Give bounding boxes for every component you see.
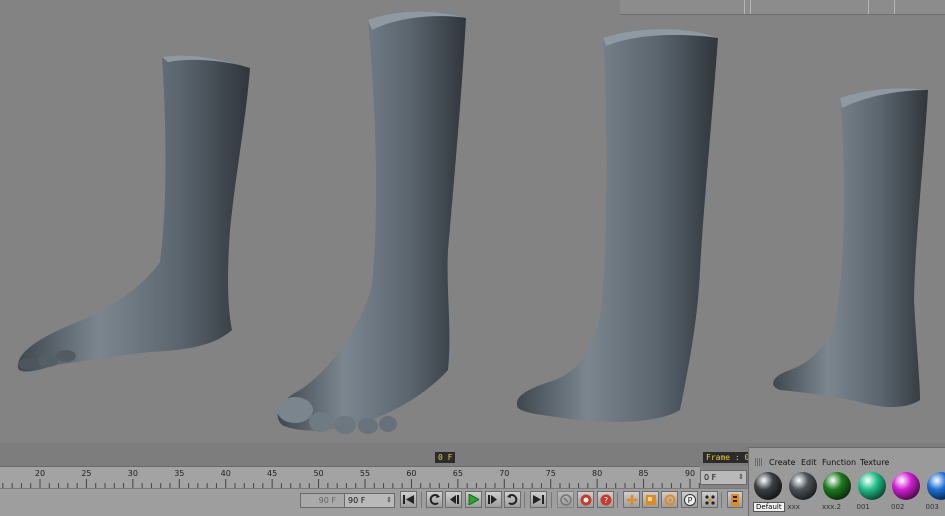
parameter-key-button[interactable]: P — [681, 491, 698, 508]
spin-arrows-icon[interactable]: ⇕ — [738, 471, 744, 484]
move-icon — [626, 494, 638, 506]
ruler-label: 75 — [546, 469, 556, 478]
material-swatch[interactable]: xxx.2 — [820, 470, 854, 516]
keyframe-selection-icon: ? — [600, 494, 612, 506]
material-swatch[interactable]: 002 — [889, 470, 923, 516]
ruler-label: 80 — [592, 469, 602, 478]
record-key-button[interactable] — [557, 491, 574, 508]
frame-readout: Frame : 0 — [703, 452, 752, 463]
ruler-label: 45 — [267, 469, 277, 478]
ruler-label: 20 — [35, 469, 45, 478]
current-frame-chip: 0 F — [435, 452, 455, 463]
ruler-label: 25 — [81, 469, 91, 478]
svg-text:P: P — [687, 496, 692, 505]
autokey-button[interactable] — [577, 491, 594, 508]
ruler-label: 35 — [174, 469, 184, 478]
scale-icon — [645, 494, 657, 506]
scheme-button[interactable] — [727, 491, 743, 508]
step-back-key-icon — [429, 494, 440, 505]
autokey-icon — [580, 494, 592, 506]
3d-viewport[interactable]: 0 F Frame : 0 — [0, 0, 945, 466]
menu-edit[interactable]: Edit — [801, 458, 817, 467]
rotate-icon — [664, 494, 676, 506]
go-to-end-icon — [533, 495, 544, 504]
transport-divider — [721, 492, 722, 508]
material-preview-ball — [754, 472, 782, 500]
material-name: 001 — [857, 503, 870, 511]
menu-texture[interactable]: Texture — [860, 458, 889, 467]
foot-model-2[interactable] — [277, 12, 466, 435]
ruler-label: 50 — [313, 469, 323, 478]
material-name: 003 — [926, 503, 939, 511]
pla-key-button[interactable] — [701, 491, 718, 508]
min-frame-field[interactable]: 90 F — [300, 493, 345, 508]
ruler-label: 55 — [360, 469, 370, 478]
material-name: xxx.2 — [822, 503, 841, 511]
play-button[interactable] — [465, 491, 482, 508]
ruler-labels: 20 25 30 35 40 45 50 55 60 65 70 75 80 85 90 — [0, 469, 700, 479]
material-name: 002 — [891, 503, 904, 511]
material-preview-ball — [858, 472, 886, 500]
foot-model-3[interactable] — [517, 29, 718, 422]
step-back-frame-icon — [448, 495, 459, 504]
svg-text:?: ? — [603, 496, 607, 505]
min-frame-value: 90 F — [319, 494, 336, 507]
ruler-label: 30 — [128, 469, 138, 478]
move-key-button[interactable] — [623, 491, 640, 508]
ruler-label: 70 — [499, 469, 509, 478]
record-key-icon — [560, 494, 572, 506]
panel-grip-icon[interactable] — [755, 458, 763, 466]
material-swatches: Defaultxxx xxx.2 001 002 003 — [749, 470, 945, 516]
step-forward-frame-icon — [488, 495, 499, 504]
material-preview-ball — [823, 472, 851, 500]
material-swatch[interactable]: xxx — [786, 470, 820, 516]
spin-arrows-icon[interactable]: ⇕ — [386, 494, 392, 507]
material-name: xxx — [788, 503, 800, 511]
rotate-key-button[interactable] — [661, 491, 678, 508]
material-swatch[interactable]: Default — [751, 470, 785, 516]
ruler-label: 65 — [453, 469, 463, 478]
ruler-label: 85 — [638, 469, 648, 478]
current-frame-field[interactable]: 0 F ⇕ — [700, 470, 747, 485]
pla-icon — [704, 494, 716, 506]
material-manager: Create Edit Function Texture Defaultxxx x… — [748, 447, 945, 516]
step-forward-key-button[interactable] — [504, 491, 521, 508]
ruler-label: 60 — [406, 469, 416, 478]
material-manager-menu: Create Edit Function Texture — [749, 456, 945, 470]
menu-create[interactable]: Create — [769, 458, 796, 467]
scale-key-button[interactable] — [642, 491, 659, 508]
play-icon — [468, 494, 479, 505]
material-preview-ball — [789, 472, 817, 500]
step-forward-frame-button[interactable] — [485, 491, 502, 508]
go-to-end-button[interactable] — [530, 491, 547, 508]
material-swatch[interactable]: 001 — [855, 470, 889, 516]
timeline-ruler[interactable]: 20 25 30 35 40 45 50 55 60 65 70 75 80 85 90 — [0, 466, 700, 489]
transport-bar: 90 F 90 F ⇕ ? P — [0, 488, 748, 516]
keyframe-selection-button[interactable]: ? — [597, 491, 614, 508]
foot-model-1[interactable] — [18, 55, 250, 371]
transport-divider — [617, 492, 618, 508]
transport-divider — [524, 492, 525, 508]
max-frame-value: 90 F — [348, 496, 365, 505]
step-forward-key-icon — [507, 494, 518, 505]
menu-function[interactable]: Function — [822, 458, 856, 467]
foot-model-4[interactable] — [773, 88, 928, 407]
material-swatch[interactable]: 003 — [924, 470, 945, 516]
ruler-label: 90 — [685, 469, 695, 478]
viewport-scene — [0, 0, 945, 466]
transport-divider — [551, 492, 552, 508]
transport-divider — [421, 492, 422, 508]
go-to-start-icon — [403, 495, 414, 504]
material-preview-ball — [892, 472, 920, 500]
step-back-key-button[interactable] — [426, 491, 443, 508]
scheme-icon — [730, 494, 740, 506]
step-back-frame-button[interactable] — [445, 491, 462, 508]
material-name: Default — [753, 502, 785, 512]
parameter-icon: P — [684, 494, 696, 506]
material-preview-ball — [927, 472, 945, 500]
current-frame-value: 0 F — [704, 473, 716, 482]
max-frame-field[interactable]: 90 F ⇕ — [344, 493, 395, 508]
go-to-start-button[interactable] — [400, 491, 417, 508]
ruler-label: 40 — [221, 469, 231, 478]
